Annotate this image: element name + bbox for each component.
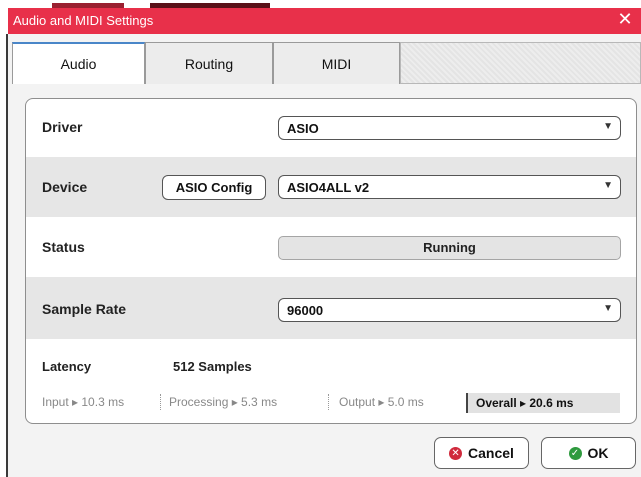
chevron-down-icon: ▼ <box>603 303 613 314</box>
driver-select[interactable]: ASIO ▼ <box>278 116 621 140</box>
audio-settings-panel: Driver ASIO ▼ Device ASIO Config ASIO4AL… <box>25 98 637 424</box>
device-value: ASIO4ALL v2 <box>287 180 370 195</box>
tab-bar: Audio Routing MIDI <box>8 34 641 84</box>
tab-bar-filler <box>400 42 641 84</box>
tab-label: Audio <box>60 56 97 72</box>
cancel-button[interactable]: ✕ Cancel <box>434 437 529 469</box>
tab-midi[interactable]: MIDI <box>273 42 400 84</box>
ok-button[interactable]: ✓ OK <box>541 437 636 469</box>
close-icon[interactable]: ✕ <box>615 9 635 30</box>
latency-value: 512 Samples <box>173 359 252 374</box>
check-icon: ✓ <box>568 446 582 460</box>
cancel-icon: ✕ <box>449 446 463 460</box>
status-indicator: Running <box>278 236 621 260</box>
title-bar: Audio and MIDI Settings ✕ <box>8 8 641 34</box>
status-label: Status <box>42 239 85 255</box>
window-left-edge <box>0 0 8 477</box>
sample-rate-row: Sample Rate 96000 ▼ <box>26 277 636 339</box>
sample-rate-select[interactable]: 96000 ▼ <box>278 298 621 322</box>
cancel-label: Cancel <box>468 445 514 461</box>
latency-label: Latency <box>42 359 92 374</box>
tab-routing[interactable]: Routing <box>145 42 273 84</box>
latency-section: Latency 512 Samples Input ▸ 10.3 ms Proc… <box>26 339 636 423</box>
driver-label: Driver <box>42 119 83 135</box>
status-row: Status Running <box>26 217 636 277</box>
latency-divider <box>160 394 161 410</box>
tab-audio[interactable]: Audio <box>12 42 145 84</box>
sample-rate-value: 96000 <box>287 303 324 318</box>
ok-label: OK <box>587 445 609 461</box>
chevron-down-icon: ▼ <box>603 121 613 132</box>
tab-label: MIDI <box>321 55 352 72</box>
device-label: Device <box>42 179 88 195</box>
chevron-down-icon: ▼ <box>603 180 613 191</box>
latency-output: Output ▸ 5.0 ms <box>339 395 424 409</box>
latency-input: Input ▸ 10.3 ms <box>42 395 125 409</box>
latency-processing: Processing ▸ 5.3 ms <box>169 395 278 409</box>
latency-divider <box>328 394 329 410</box>
window-title: Audio and MIDI Settings <box>13 13 154 28</box>
asio-config-button[interactable]: ASIO Config <box>162 175 266 200</box>
driver-value: ASIO <box>287 121 319 136</box>
audio-midi-settings-window: Audio and MIDI Settings ✕ Audio Routing … <box>0 0 641 477</box>
background-strip <box>0 0 641 8</box>
sample-rate-label: Sample Rate <box>42 301 127 317</box>
latency-overall: Overall ▸ 20.6 ms <box>466 393 620 413</box>
device-row: Device ASIO Config ASIO4ALL v2 ▼ <box>26 157 636 217</box>
device-select[interactable]: ASIO4ALL v2 ▼ <box>278 175 621 199</box>
tab-label: Routing <box>184 55 234 72</box>
driver-row: Driver ASIO ▼ <box>26 99 636 157</box>
